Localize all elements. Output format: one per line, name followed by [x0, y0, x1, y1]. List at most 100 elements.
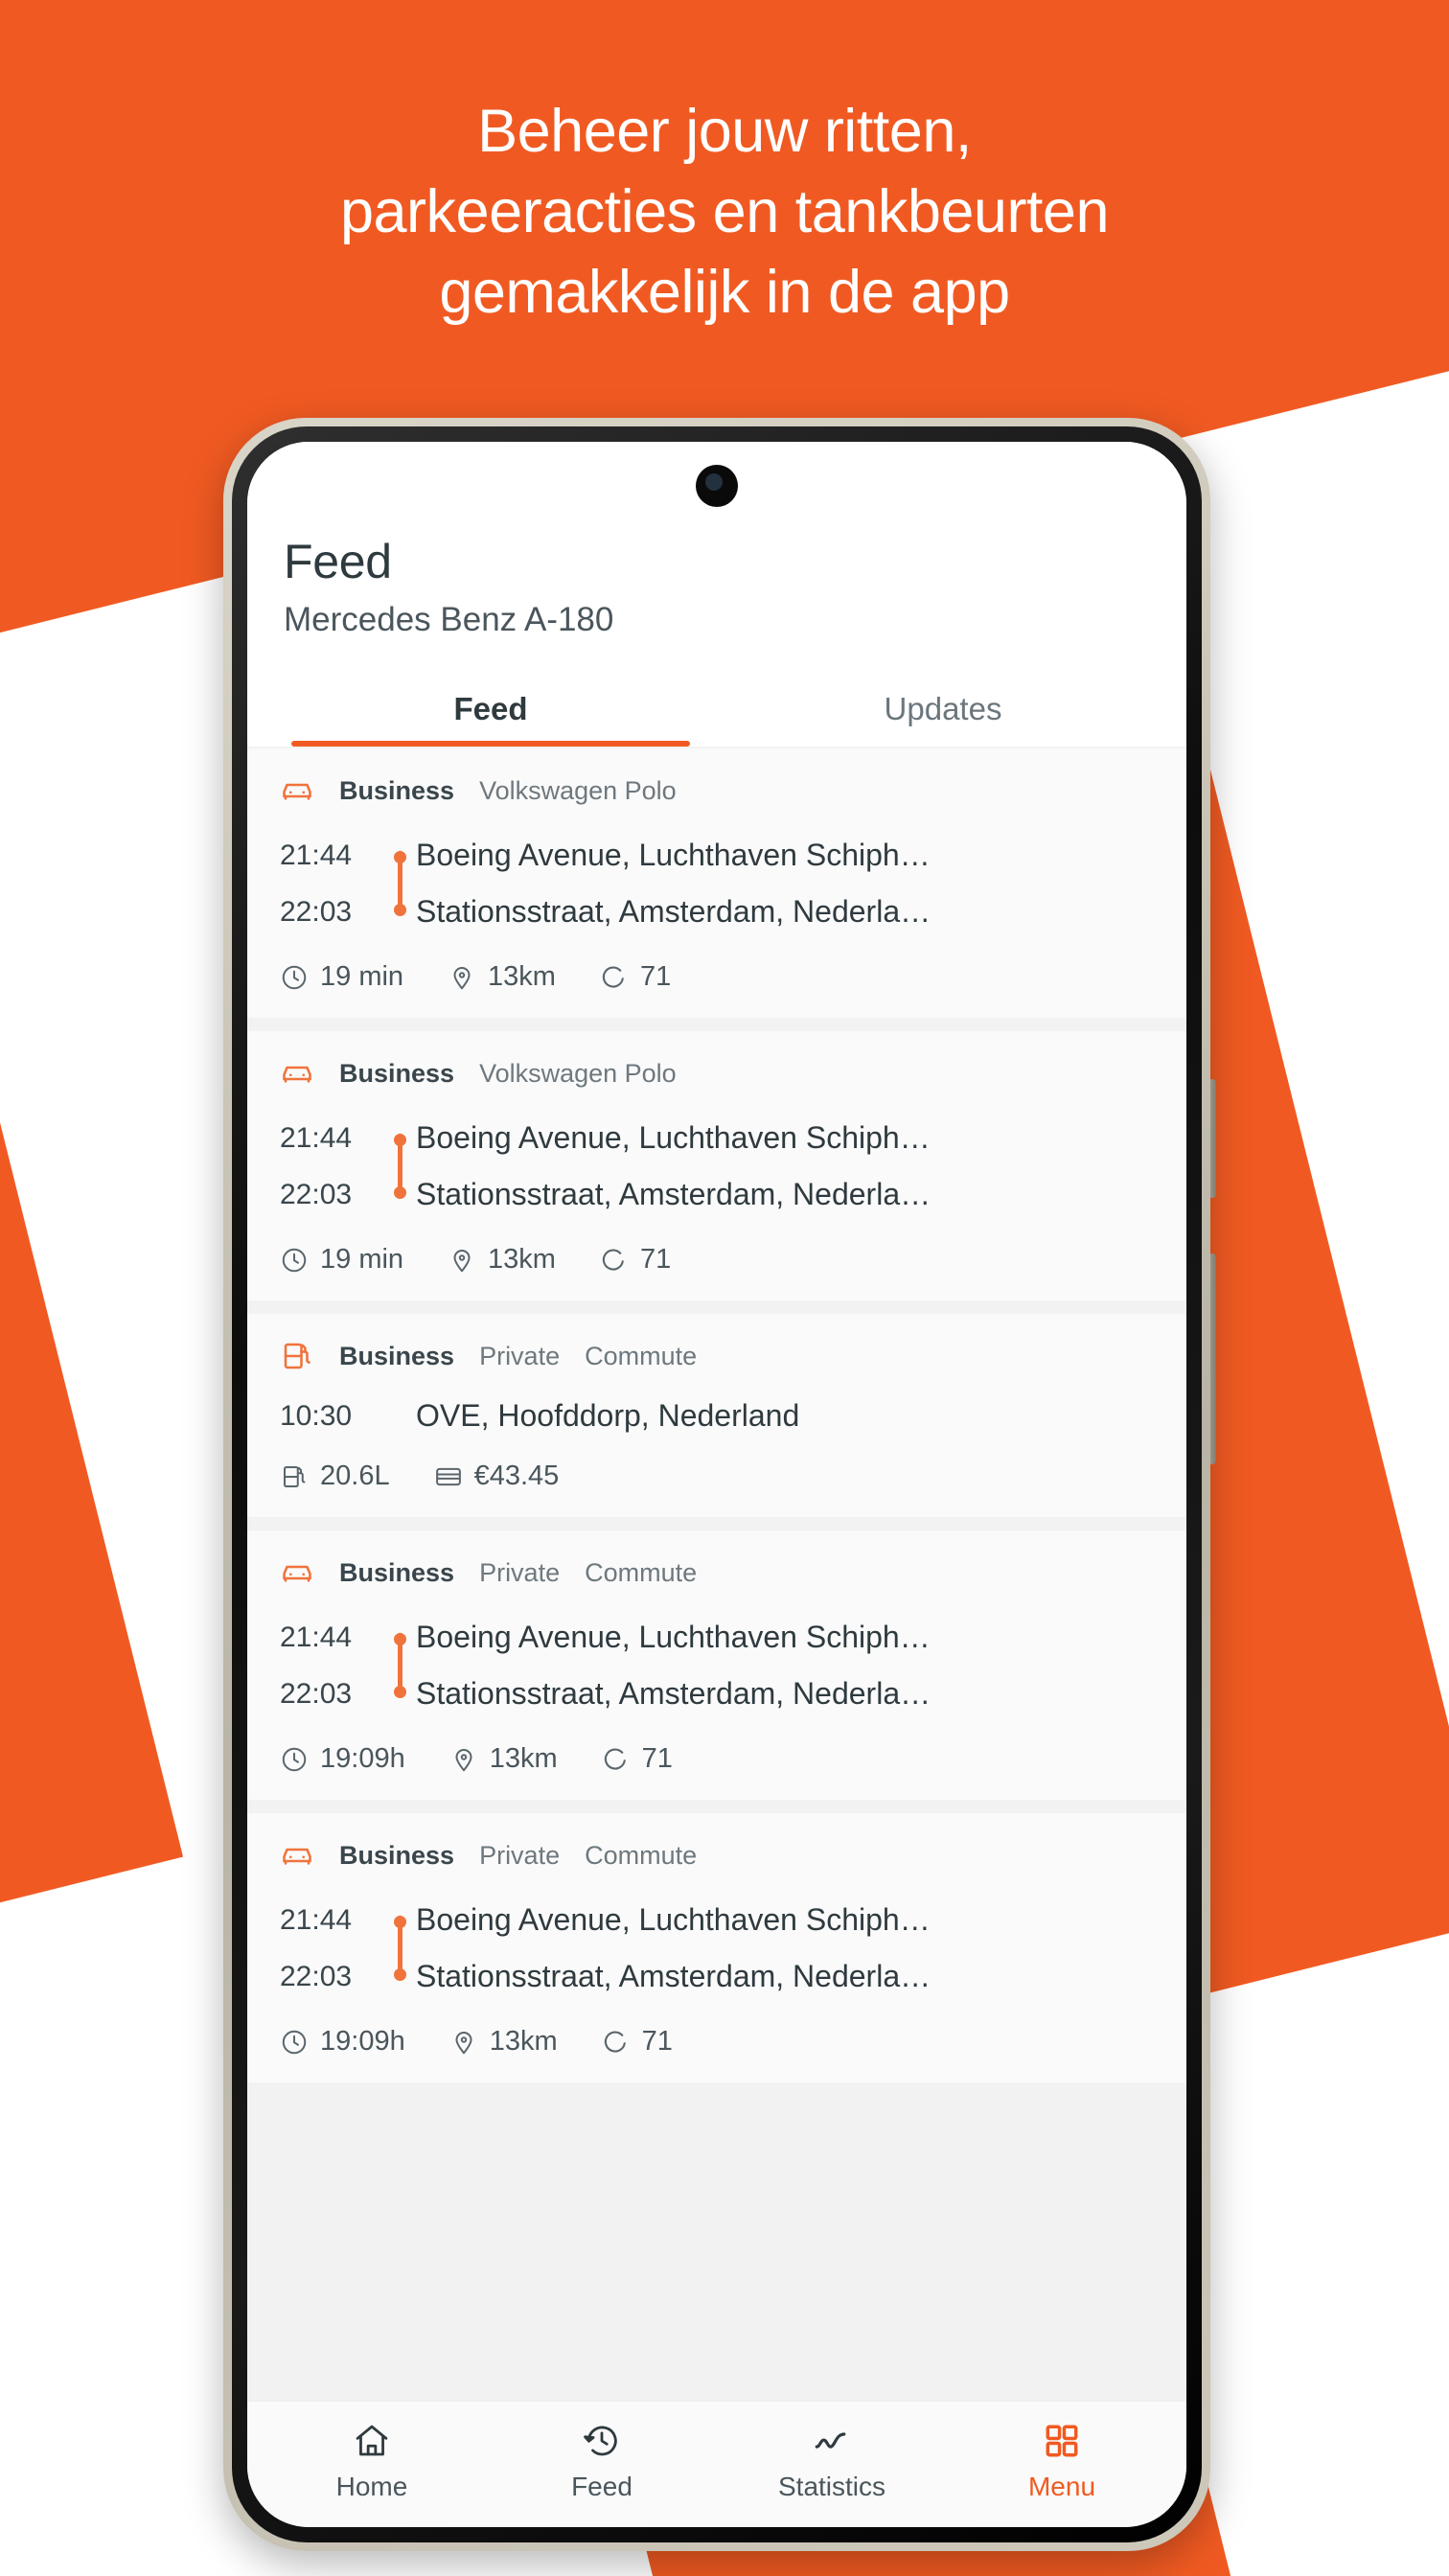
card-tags: Business Private Commute	[280, 1555, 1154, 1590]
trip-end-time: 22:03	[280, 1178, 353, 1210]
tag-label: Commute	[585, 1840, 698, 1870]
metric-duration: 19:09h	[280, 1743, 405, 1775]
card-tags: Business Private Commute	[280, 1838, 1154, 1873]
trip-start-place: Boeing Avenue, Luchthaven Schiph…	[416, 838, 931, 872]
vehicle-subtitle: Mercedes Benz A-180	[284, 601, 614, 638]
headline-line-2: parkeeracties en tankbeurten	[339, 177, 1110, 245]
metric-value: 19:09h	[320, 2026, 405, 2057]
metric-value: 19 min	[320, 961, 404, 992]
list-item[interactable]: Business Private Commute 21:44 Boeing Av…	[247, 1813, 1186, 2082]
metric-value: 13km	[489, 2026, 558, 2057]
metric-distance: 13km	[448, 961, 556, 993]
metric-distance: 13km	[449, 2026, 558, 2058]
car-icon	[283, 1848, 311, 1865]
page-title: Feed	[284, 535, 392, 588]
fuel-location-row: 10:30 OVE, Hoofddorp, Nederland	[280, 1392, 1154, 1439]
metric-distance: 13km	[448, 1244, 556, 1276]
card-tags: Business Private Commute	[280, 1339, 1154, 1373]
nav-item-menu[interactable]: Menu	[947, 2421, 1177, 2502]
car-icon	[283, 783, 311, 800]
tab-feed[interactable]: Feed	[264, 678, 717, 747]
fuel-place: OVE, Hoofddorp, Nederland	[416, 1398, 800, 1433]
clock-icon	[282, 965, 307, 989]
trip-start-time: 21:44	[280, 839, 353, 871]
trip-start-place: Boeing Avenue, Luchthaven Schiph…	[416, 1902, 931, 1937]
gauge-icon	[604, 2030, 626, 2053]
metric-value: 13km	[488, 1244, 556, 1275]
nav-item-home[interactable]: Home	[257, 2421, 487, 2502]
gauge-icon	[602, 1248, 624, 1271]
metric-value: 13km	[488, 961, 556, 992]
gauge-icon	[604, 1747, 626, 1770]
promo-headline: Beheer jouw ritten, parkeeracties en tan…	[0, 92, 1449, 333]
history-clock-icon	[584, 2426, 617, 2456]
fuel-pump-icon	[284, 1465, 306, 1487]
metric-score: 71	[602, 2026, 673, 2058]
car-icon	[283, 1066, 311, 1083]
tag-label: Private	[479, 1341, 561, 1370]
phone-mockup: Feed Mercedes Benz A-180 Feed Updates Bu…	[223, 418, 1216, 2551]
metric-value: 71	[639, 961, 672, 992]
metric-value: 19:09h	[320, 1743, 405, 1774]
tab-bar: Feed Updates	[247, 678, 1186, 747]
list-item[interactable]: Business Volkswagen Polo 21:44 Boeing Av…	[247, 1031, 1186, 1300]
headline-line-1: Beheer jouw ritten,	[477, 98, 972, 165]
pin-icon	[455, 1748, 472, 1771]
nav-item-feed[interactable]: Feed	[487, 2421, 717, 2502]
trip-route: 21:44 Boeing Avenue, Luchthaven Schiph… …	[280, 1110, 1154, 1223]
trip-end-place: Stationsstraat, Amsterdam, Nederla…	[416, 1959, 932, 1993]
trip-end-time: 22:03	[280, 895, 353, 928]
list-item[interactable]: Business Private Commute 10:30 OVE, Hoof…	[247, 1314, 1186, 1517]
metric-value: 71	[639, 1244, 672, 1275]
trip-start-time: 21:44	[280, 1621, 353, 1653]
list-item[interactable]: Business Volkswagen Polo 21:44 Boeing Av…	[247, 748, 1186, 1018]
nav-label: Feed	[571, 2472, 632, 2501]
card-metrics: 19:09h 13km 71	[280, 1743, 1154, 1775]
tag-label: Private	[479, 1557, 561, 1587]
card-icon	[435, 1467, 461, 1485]
tag-label: Business	[339, 1557, 455, 1587]
fuel-pump-icon	[284, 1343, 310, 1369]
clock-icon	[282, 1747, 307, 1771]
phone-bezel: Feed Mercedes Benz A-180 Feed Updates Bu…	[232, 426, 1202, 2542]
tab-feed-label: Feed	[453, 691, 528, 726]
front-camera-icon	[696, 465, 738, 507]
nav-label: Home	[335, 2472, 408, 2501]
tag-label: Volkswagen Polo	[479, 1058, 677, 1088]
metric-duration: 19 min	[280, 961, 403, 993]
trip-route: 21:44 Boeing Avenue, Luchthaven Schiph… …	[280, 1609, 1154, 1722]
list-item[interactable]: Business Private Commute 21:44 Boeing Av…	[247, 1530, 1186, 1800]
metric-score: 71	[602, 1743, 673, 1775]
gauge-icon	[602, 965, 624, 988]
pin-icon	[453, 1249, 471, 1272]
route-timeline-icon	[383, 1110, 416, 1223]
card-metrics: 19:09h 13km 71	[280, 2026, 1154, 2058]
card-metrics: 19 min 13km 71	[280, 1244, 1154, 1276]
card-metrics: 20.6L €43.45	[280, 1460, 1154, 1492]
metric-value: 71	[641, 1743, 673, 1774]
clock-icon	[282, 2030, 307, 2054]
trip-start-place: Boeing Avenue, Luchthaven Schiph…	[416, 1120, 931, 1155]
line-chart-icon	[815, 2432, 846, 2449]
feed-list[interactable]: Business Volkswagen Polo 21:44 Boeing Av…	[247, 747, 1186, 2401]
metric-score: 71	[600, 961, 671, 993]
nav-item-statistics[interactable]: Statistics	[717, 2421, 947, 2502]
tag-label: Business	[339, 1840, 455, 1870]
metric-value: 13km	[489, 1743, 558, 1774]
tag-label: Private	[479, 1840, 561, 1870]
tab-updates[interactable]: Updates	[717, 678, 1169, 747]
trip-end-time: 22:03	[280, 1677, 353, 1710]
trip-end-place: Stationsstraat, Amsterdam, Nederla…	[416, 1177, 932, 1211]
metric-value: 71	[641, 2026, 673, 2057]
tab-updates-label: Updates	[884, 691, 1002, 726]
trip-end-place: Stationsstraat, Amsterdam, Nederla…	[416, 1676, 932, 1711]
metric-value: 19 min	[320, 1244, 404, 1275]
phone-frame: Feed Mercedes Benz A-180 Feed Updates Bu…	[223, 418, 1210, 2551]
nav-label: Statistics	[777, 2472, 886, 2501]
pin-icon	[455, 2031, 472, 2054]
trip-end-time: 22:03	[280, 1960, 353, 1992]
metric-distance: 13km	[449, 1743, 558, 1775]
home-icon	[356, 2425, 388, 2456]
card-tags: Business Volkswagen Polo	[280, 1056, 1154, 1091]
tag-label: Business	[339, 1341, 455, 1370]
